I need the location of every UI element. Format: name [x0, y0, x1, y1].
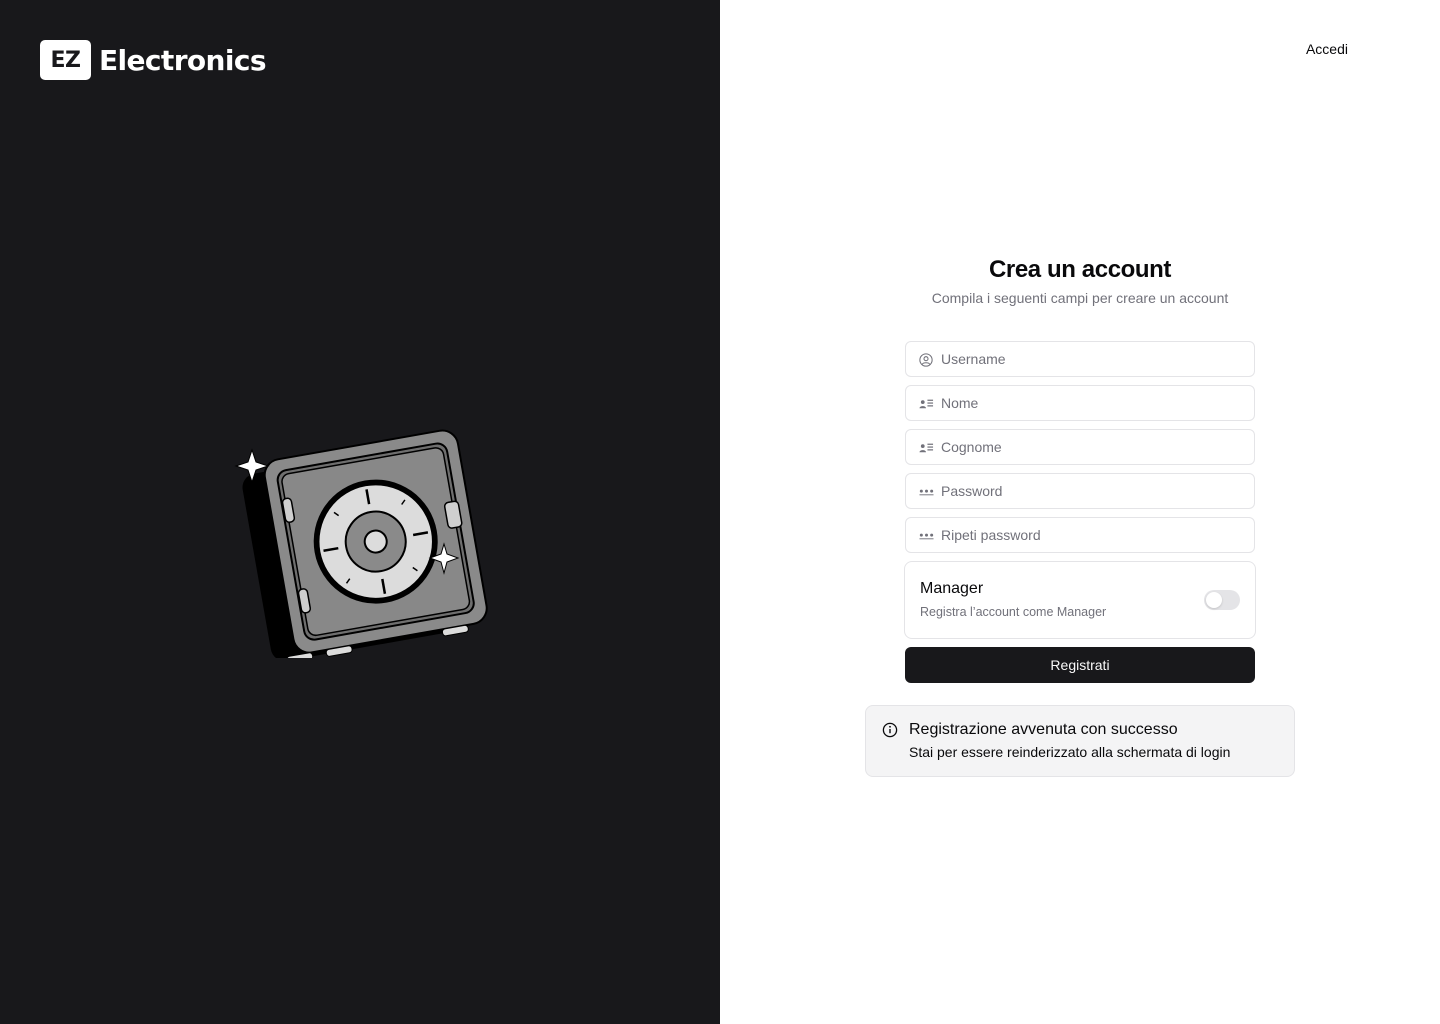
- safe-illustration: [234, 429, 488, 658]
- username-input[interactable]: [906, 342, 1254, 376]
- id-card-icon: [918, 396, 934, 412]
- form-panel: Accedi Crea un account Compila i seguent…: [720, 0, 1440, 1024]
- toggle-knob: [1206, 592, 1222, 608]
- user-circle-icon: [918, 352, 934, 368]
- password-dots-icon: [918, 528, 934, 544]
- brand-panel: EZ Electronics: [0, 0, 720, 1024]
- repeat-password-field: [905, 517, 1255, 553]
- last-name-input[interactable]: [906, 430, 1254, 464]
- last-name-field: [905, 429, 1255, 465]
- password-field: [905, 473, 1255, 509]
- logo-text: Electronics: [99, 43, 267, 77]
- alert-description: Stai per essere reinderizzato alla scher…: [909, 744, 1231, 760]
- password-input[interactable]: [906, 474, 1254, 508]
- login-link[interactable]: Accedi: [1306, 41, 1348, 57]
- manager-description: Registra l’account come Manager: [920, 605, 1107, 619]
- manager-toggle[interactable]: [1204, 590, 1240, 610]
- repeat-password-input[interactable]: [906, 518, 1254, 552]
- page-title: Crea un account: [988, 256, 1172, 283]
- first-name-field: [905, 385, 1255, 421]
- signup-form: Crea un account Compila i seguenti campi…: [904, 256, 1256, 683]
- password-dots-icon: [918, 484, 934, 500]
- manager-title: Manager: [920, 580, 984, 597]
- logo-mark: EZ: [40, 40, 91, 80]
- id-card-icon: [918, 440, 934, 456]
- alert-title: Registrazione avvenuta con successo: [909, 721, 1178, 738]
- manager-option-card: Manager Registra l’account come Manager: [904, 561, 1256, 639]
- username-field: [905, 341, 1255, 377]
- first-name-input[interactable]: [906, 386, 1254, 420]
- info-icon: [882, 722, 898, 738]
- success-alert: Registrazione avvenuta con successo Stai…: [865, 705, 1295, 777]
- page-subtitle: Compila i seguenti campi per creare un a…: [931, 290, 1229, 306]
- register-button[interactable]: Registrati: [905, 647, 1255, 683]
- field-list: [905, 341, 1255, 553]
- logo[interactable]: EZ Electronics: [40, 40, 267, 80]
